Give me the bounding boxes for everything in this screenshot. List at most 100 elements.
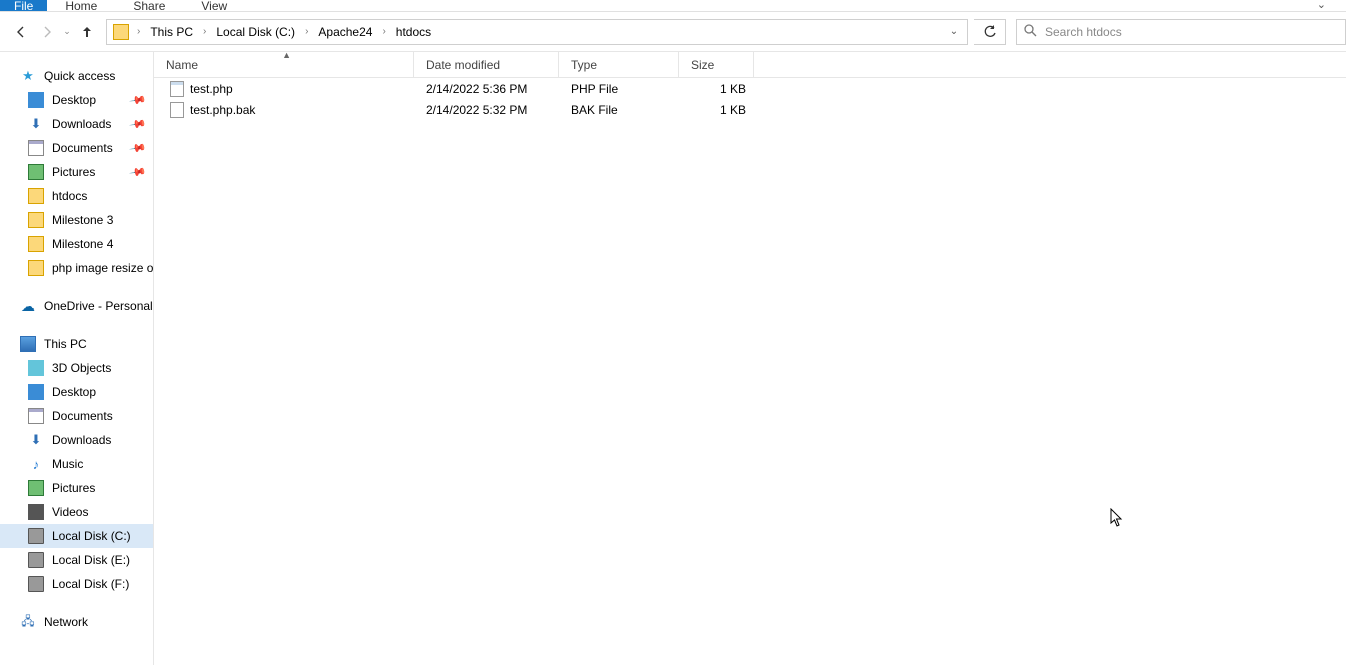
sidebar-item[interactable]: Desktop [0,380,153,404]
sidebar-item[interactable]: Desktop 📌 [0,88,153,112]
sidebar-item[interactable]: Local Disk (E:) [0,548,153,572]
nav-up-button[interactable] [74,18,100,46]
breadcrumb: › This PC › Local Disk (C:) › Apache24 ›… [135,23,945,41]
sidebar-item-label: Desktop [52,385,96,399]
desktop-icon [28,92,44,108]
cloud-icon [20,298,36,314]
sidebar-item-label: This PC [44,337,87,351]
address-bar[interactable]: › This PC › Local Disk (C:) › Apache24 ›… [106,19,968,45]
sidebar-item[interactable]: Downloads [0,428,153,452]
sidebar-item-label: Local Disk (F:) [52,577,129,591]
sidebar-item-label: Pictures [52,165,95,179]
crumb-local-disk-c[interactable]: Local Disk (C:) [210,23,301,41]
sidebar-item-label: Milestone 3 [52,213,113,227]
sidebar-item-label: Desktop [52,93,96,107]
sort-ascending-icon: ▲ [282,50,291,60]
search-icon [1023,23,1037,40]
chevron-right-icon[interactable]: › [303,26,310,37]
column-header-name[interactable]: Name ▲ [154,52,414,77]
search-box[interactable] [1016,19,1346,45]
doc-icon [28,408,44,424]
nav-recent-dropdown[interactable]: ⌄ [60,18,74,46]
desktop-icon [28,384,44,400]
sidebar-onedrive[interactable]: OneDrive - Personal [0,294,153,318]
file-date: 2/14/2022 5:36 PM [414,82,559,96]
chevron-right-icon[interactable]: › [380,26,387,37]
crumb-apache24[interactable]: Apache24 [312,23,378,41]
sidebar-item-label: htdocs [52,189,87,203]
sidebar-this-pc[interactable]: This PC [0,332,153,356]
sidebar-item[interactable]: Videos [0,500,153,524]
chevron-right-icon[interactable]: › [201,26,208,37]
file-row[interactable]: test.php.bak2/14/2022 5:32 PMBAK File1 K… [154,99,1346,120]
navigation-bar: ⌄ › This PC › Local Disk (C:) › Apache24… [0,12,1346,52]
column-header-type[interactable]: Type [559,52,679,77]
file-icon [170,81,184,97]
tab-home[interactable]: Home [47,0,115,11]
chevron-right-icon[interactable]: › [135,26,142,37]
sidebar-item-label: Network [44,615,88,629]
column-header-date[interactable]: Date modified [414,52,559,77]
column-headers: Name ▲ Date modified Type Size [154,52,1346,78]
sidebar-item[interactable]: Documents📌 [0,136,153,160]
column-header-size[interactable]: Size [679,52,754,77]
folder-icon [28,188,44,204]
sidebar-item[interactable]: Pictures📌 [0,160,153,184]
sidebar-item[interactable]: Downloads📌 [0,112,153,136]
search-input[interactable] [1045,25,1339,39]
pic-icon [28,164,44,180]
sidebar-item-label: 3D Objects [52,361,111,375]
file-date: 2/14/2022 5:32 PM [414,103,559,117]
sidebar-item[interactable]: Milestone 4 [0,232,153,256]
folder-icon [113,24,129,40]
sidebar-item[interactable]: 3D Objects [0,356,153,380]
tab-file[interactable]: File [0,0,47,11]
sidebar-item-label: Quick access [44,69,115,83]
threed-icon [28,360,44,376]
file-name: test.php.bak [190,103,255,117]
sidebar-item[interactable]: php image resize or [0,256,153,280]
sidebar-item-label: Local Disk (E:) [52,553,130,567]
sidebar-item[interactable]: Pictures [0,476,153,500]
sidebar-item[interactable]: Local Disk (C:) [0,524,153,548]
sidebar-item-label: php image resize or [52,261,154,275]
crumb-htdocs[interactable]: htdocs [390,23,437,41]
sidebar-item-label: OneDrive - Personal [44,299,153,313]
navigation-pane: Quick access Desktop📌Downloads📌Documents… [0,52,154,665]
column-label: Name [166,58,198,72]
folder-icon [28,260,44,276]
sidebar-item[interactable]: Milestone 3 [0,208,153,232]
sidebar-item-label: Local Disk (C:) [52,529,131,543]
expand-ribbon-icon[interactable]: ⌄ [1317,0,1326,11]
refresh-button[interactable] [974,19,1006,45]
pic-icon [28,480,44,496]
sidebar-network[interactable]: Network [0,610,153,634]
sidebar-item-label: Documents [52,409,113,423]
disk-icon [28,576,44,592]
address-dropdown-icon[interactable]: ⌄ [945,26,963,37]
file-name: test.php [190,82,233,96]
nav-back-button[interactable] [8,18,34,46]
pin-icon: 📌 [129,91,148,110]
nav-forward-button[interactable] [34,18,60,46]
sidebar-item-label: Music [52,457,83,471]
music-icon [28,456,44,472]
tab-share[interactable]: Share [115,0,183,11]
file-type: BAK File [559,103,679,117]
file-type: PHP File [559,82,679,96]
network-icon [20,614,36,630]
disk-icon [28,528,44,544]
file-row[interactable]: test.php2/14/2022 5:36 PMPHP File1 KB [154,78,1346,99]
crumb-this-pc[interactable]: This PC [144,23,199,41]
sidebar-item[interactable]: htdocs [0,184,153,208]
sidebar-item[interactable]: Local Disk (F:) [0,572,153,596]
tab-view[interactable]: View [183,0,245,11]
sidebar-item-label: Videos [52,505,88,519]
sidebar-item[interactable]: Music [0,452,153,476]
sidebar-item[interactable]: Documents [0,404,153,428]
sidebar-quick-access[interactable]: Quick access [0,64,153,88]
downarrow-icon [28,116,44,132]
sidebar-item-label: Milestone 4 [52,237,113,251]
star-icon [20,68,36,84]
downarrow-icon [28,432,44,448]
